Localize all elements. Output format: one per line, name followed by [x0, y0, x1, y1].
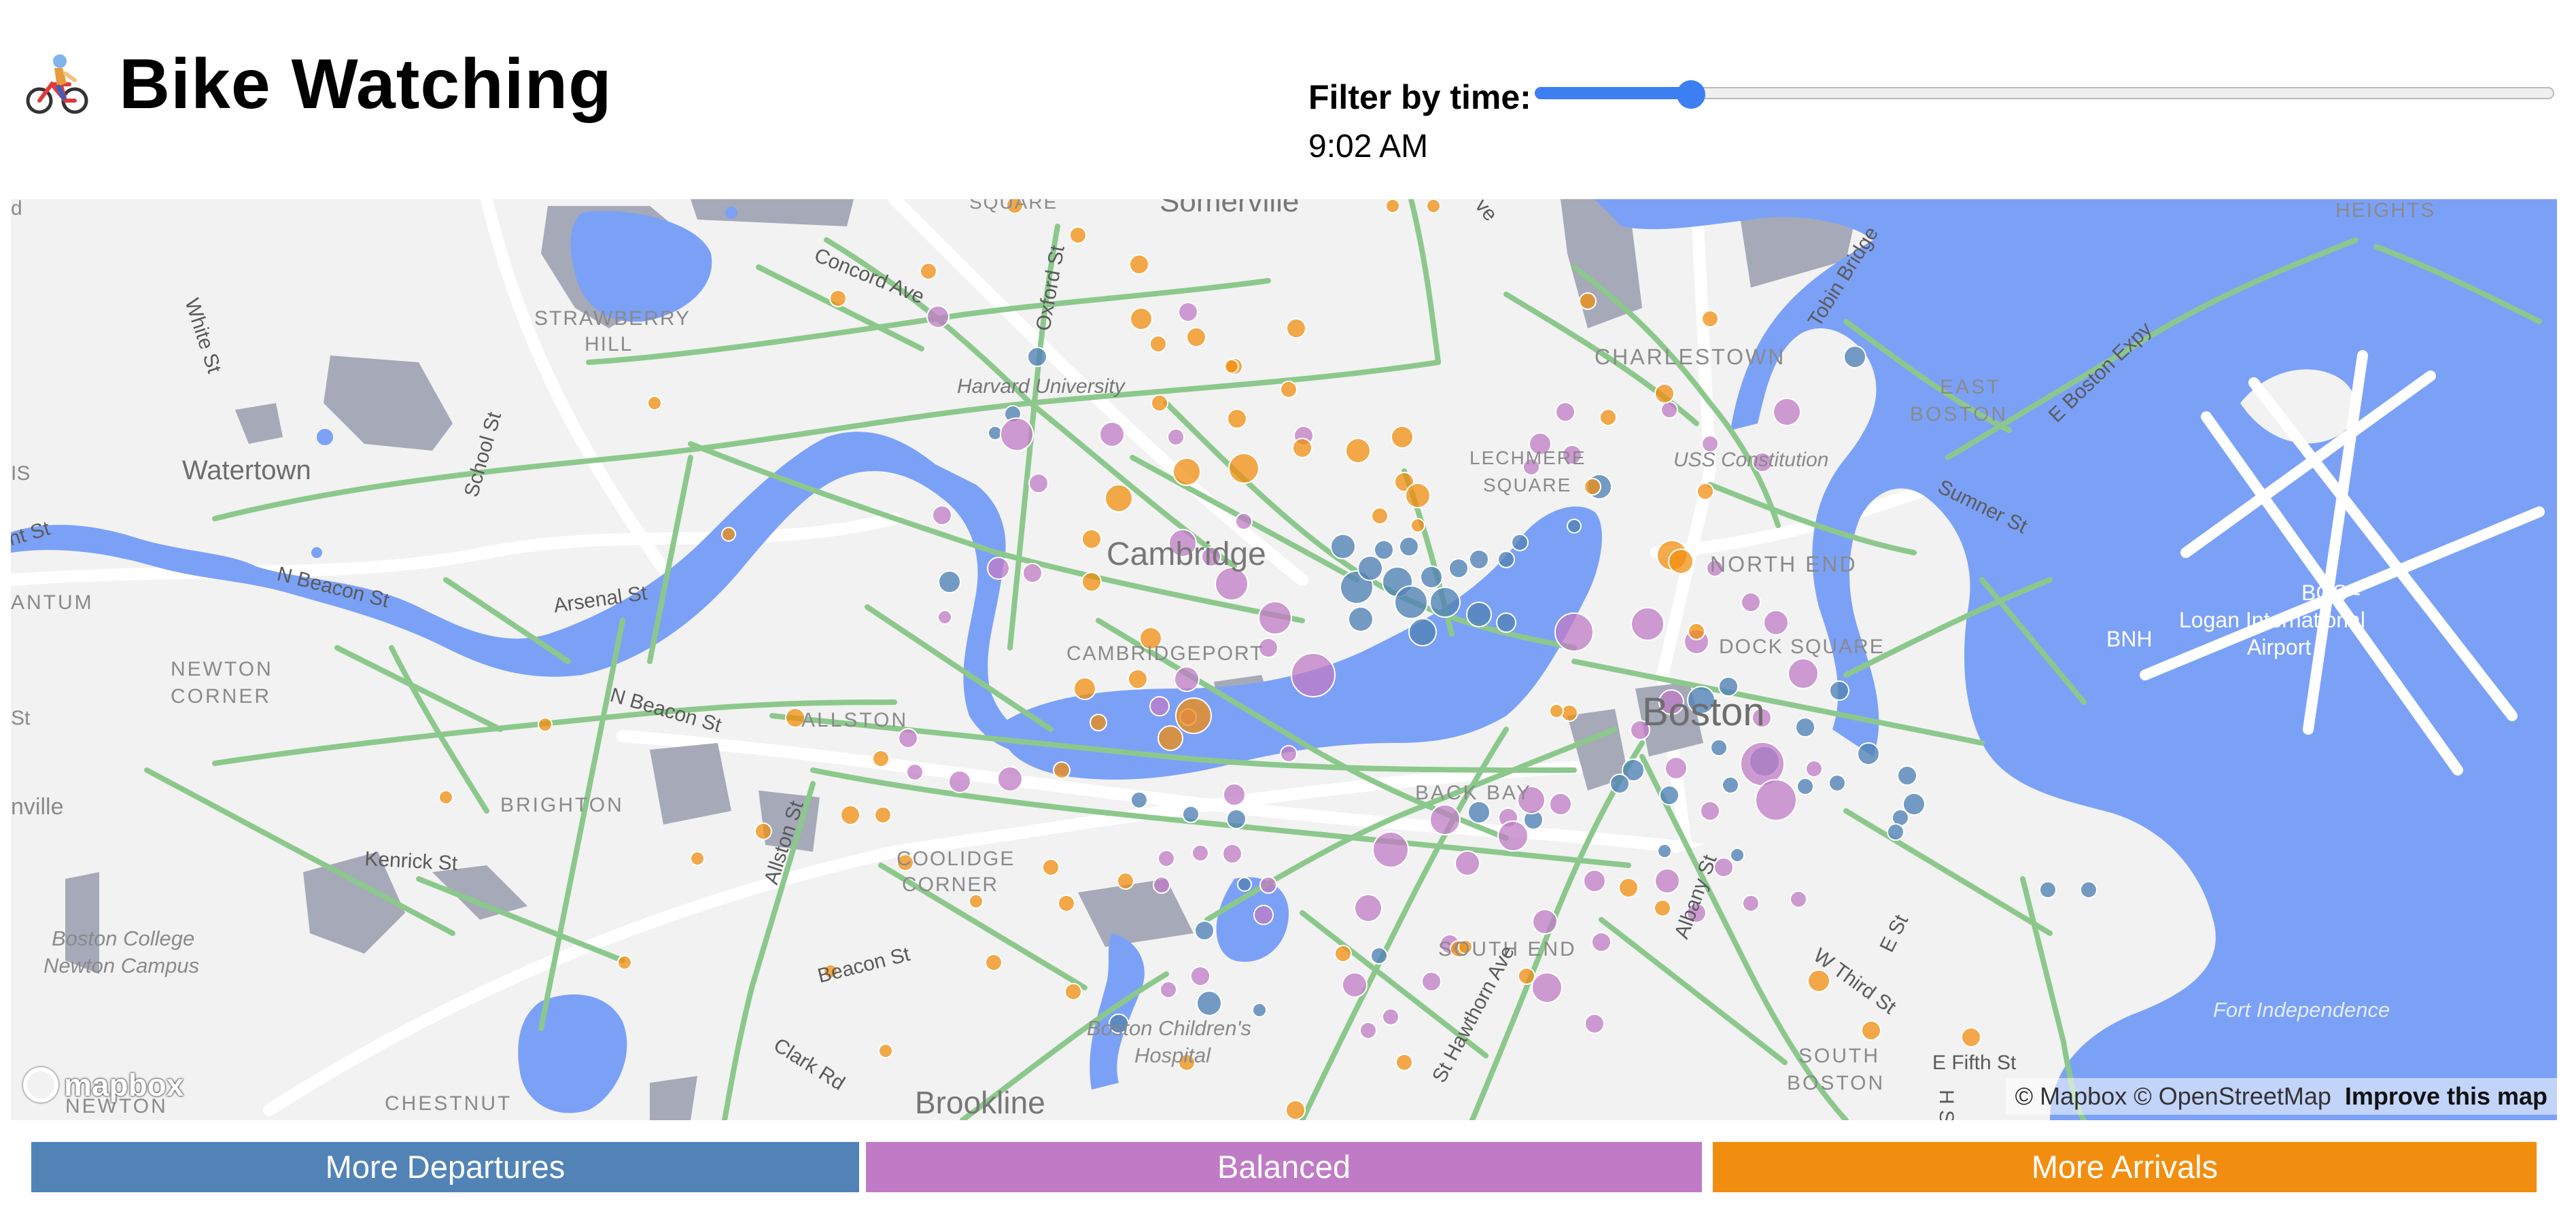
label-st: St	[11, 707, 31, 729]
label-d: d	[11, 199, 22, 220]
time-filter-label: Filter by time:	[1308, 78, 1531, 116]
label-antum: ANTUM	[11, 591, 94, 614]
label-logan2: Airport	[2247, 635, 2311, 659]
label-brookline: Brookline	[915, 1085, 1045, 1120]
app-header: Bike Watching Filter by time: 9:02 AM	[0, 0, 2576, 197]
legend-more-arrivals: More Arrivals	[1713, 1142, 2537, 1192]
legend-balanced: Balanced	[866, 1142, 1702, 1192]
label-cambridge: Cambridge	[1107, 536, 1266, 572]
label-logan1: Logan International	[2179, 608, 2365, 632]
label-heights: HEIGHTS	[2335, 199, 2435, 222]
label-docksq: DOCK SQUARE	[1719, 636, 1885, 658]
label-bos: BOS -	[2301, 580, 2361, 605]
label-corner2: CORNER	[902, 873, 998, 896]
label-is: IS	[11, 462, 30, 485]
time-value: 9:02 AM	[1308, 128, 1429, 164]
label-charlestown: CHARLESTOWN	[1595, 345, 1786, 369]
label-northend: NORTH END	[1710, 552, 1858, 576]
time-slider[interactable]	[1535, 80, 2554, 109]
label-bc2: Newton Campus	[43, 954, 199, 977]
label-coolidge: COOLIDGE	[897, 848, 1015, 870]
map-canvas[interactable]: Somerville Cambridge Boston Brookline Wa…	[11, 199, 2557, 1120]
label-cambridgeport: CAMBRIDGEPORT	[1066, 642, 1264, 665]
slider-thumb[interactable]	[1676, 80, 1705, 109]
label-lechmere: LECHMERE	[1469, 447, 1586, 468]
label-somerville: Somerville	[1160, 199, 1299, 218]
map-attribution: © Mapbox © OpenStreetMap Improve this ma…	[2005, 1078, 2557, 1115]
label-allston: ALLSTON	[801, 709, 908, 731]
label-nville: nville	[11, 794, 63, 820]
label-corner: CORNER	[171, 685, 271, 708]
label-bch2: Hospital	[1134, 1043, 1211, 1067]
label-hill: HILL	[585, 333, 633, 355]
label-chestnut: CHESTNUT	[385, 1092, 512, 1115]
mapbox-ring-icon	[23, 1067, 58, 1103]
attribution-text[interactable]: © Mapbox © OpenStreetMap	[2015, 1082, 2331, 1110]
label-brighton: BRIGHTON	[500, 794, 624, 816]
label-bch1: Boston Children's	[1087, 1016, 1251, 1040]
label-south: SOUTH	[1798, 1045, 1880, 1067]
label-bc1: Boston College	[52, 926, 194, 950]
label-harvard: Harvard University	[957, 375, 1126, 398]
mapbox-logo-icon[interactable]: mapbox	[23, 1061, 184, 1109]
label-southboston: BOSTON	[1787, 1072, 1885, 1094]
label-lechsq: SQUARE	[1483, 474, 1571, 496]
mapbox-logo-text: mapbox	[64, 1067, 184, 1103]
improve-map-link[interactable]: Improve this map	[2345, 1082, 2547, 1110]
label-eastboston: BOSTON	[1910, 403, 2008, 426]
map-svg: Somerville Cambridge Boston Brookline Wa…	[11, 199, 2557, 1120]
label-bnh: BNH	[2106, 627, 2153, 651]
label-uss: USS Constitution	[1673, 449, 1828, 471]
label-east: EAST	[1940, 376, 2001, 398]
cyclist-emoji-icon	[26, 54, 88, 114]
label-boston: Boston	[1642, 690, 1765, 734]
legend-more-departures: More Departures	[31, 1142, 859, 1192]
label-fortind: Fort Independence	[2213, 998, 2390, 1022]
page-title: Bike Watching	[119, 45, 612, 124]
street-hst: H St	[1935, 1090, 1957, 1120]
label-watertown: Watertown	[182, 455, 311, 485]
label-topsq: SQUARE	[969, 199, 1058, 213]
label-backbay: BACK BAY	[1415, 782, 1532, 804]
label-strawberry: STRAWBERRY	[534, 307, 691, 330]
street-efifth: E Fifth St	[1932, 1052, 2017, 1074]
label-newton: NEWTON	[171, 658, 273, 680]
slider-fill	[1535, 87, 1691, 99]
